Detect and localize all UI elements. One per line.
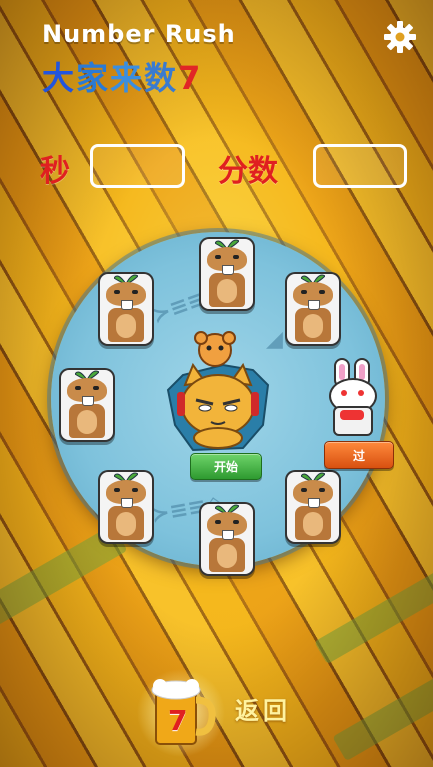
- beaver-belly: [77, 410, 97, 434]
- beaver-tile[interactable]: [100, 472, 152, 542]
- beaver-teeth: [222, 265, 234, 275]
- beaver-belly: [217, 544, 237, 568]
- pass-button[interactable]: 过: [324, 441, 394, 469]
- subtitle-char: 数: [144, 59, 179, 97]
- beaver-teeth: [121, 498, 133, 508]
- beaver-eye: [215, 520, 221, 524]
- beaver-eye: [132, 488, 138, 492]
- beaver-teeth: [308, 498, 320, 508]
- gear-icon-graphic: [384, 21, 416, 53]
- subtitle-char: 家: [76, 59, 111, 97]
- beaver-eye: [93, 386, 99, 390]
- beaver-eye: [233, 520, 239, 524]
- beaver-belly: [116, 512, 136, 536]
- beaver-tile[interactable]: [61, 370, 113, 440]
- beaver-teeth: [82, 396, 94, 406]
- beaver-eye: [301, 488, 307, 492]
- subtitle-char: 大: [42, 59, 77, 97]
- beaver-teeth: [222, 530, 234, 540]
- bunny-eye: [341, 390, 347, 396]
- bunny-bowtie: [340, 410, 364, 420]
- beaver-eye: [233, 255, 239, 259]
- beaver-tile[interactable]: [201, 504, 253, 574]
- beaver-belly: [303, 512, 323, 536]
- beaver-eye: [132, 290, 138, 294]
- beaver-teeth: [308, 300, 320, 310]
- seconds-display: [90, 144, 185, 188]
- beaver-tile[interactable]: [287, 274, 339, 344]
- beaver-belly: [303, 314, 323, 338]
- subtitle-char: 来: [110, 59, 145, 97]
- cat-graphic: [166, 331, 270, 452]
- subtitle-char: 7: [178, 59, 203, 97]
- beaver-belly: [217, 279, 237, 303]
- start-button[interactable]: 开始: [190, 453, 262, 480]
- game-subtitle: 大家来数7: [42, 53, 202, 99]
- beaver-eye: [114, 290, 120, 294]
- score-display: [313, 144, 407, 188]
- center-cat-character: [163, 330, 273, 460]
- beaver-eye: [75, 386, 81, 390]
- beaver-tile[interactable]: [201, 239, 253, 309]
- seconds-label: 秒: [40, 154, 70, 189]
- beaver-eye: [319, 290, 325, 294]
- back-button[interactable]: 返回: [235, 691, 291, 726]
- beaver-belly: [116, 314, 136, 338]
- beaver-tile[interactable]: [100, 274, 152, 344]
- mug-number: 7: [168, 704, 188, 737]
- beer-mug-icon[interactable]: 7: [136, 668, 226, 758]
- game-title: Number Rush: [42, 20, 236, 48]
- beaver-teeth: [121, 300, 133, 310]
- beaver-eye: [319, 488, 325, 492]
- score-label: 分数: [218, 154, 278, 189]
- bunny-eye: [358, 390, 364, 396]
- bunny-tile[interactable]: [324, 358, 378, 436]
- beaver-eye: [114, 488, 120, 492]
- beaver-tile[interactable]: [287, 472, 339, 542]
- beaver-eye: [301, 290, 307, 294]
- beaver-eye: [215, 255, 221, 259]
- gear-icon[interactable]: [383, 20, 417, 54]
